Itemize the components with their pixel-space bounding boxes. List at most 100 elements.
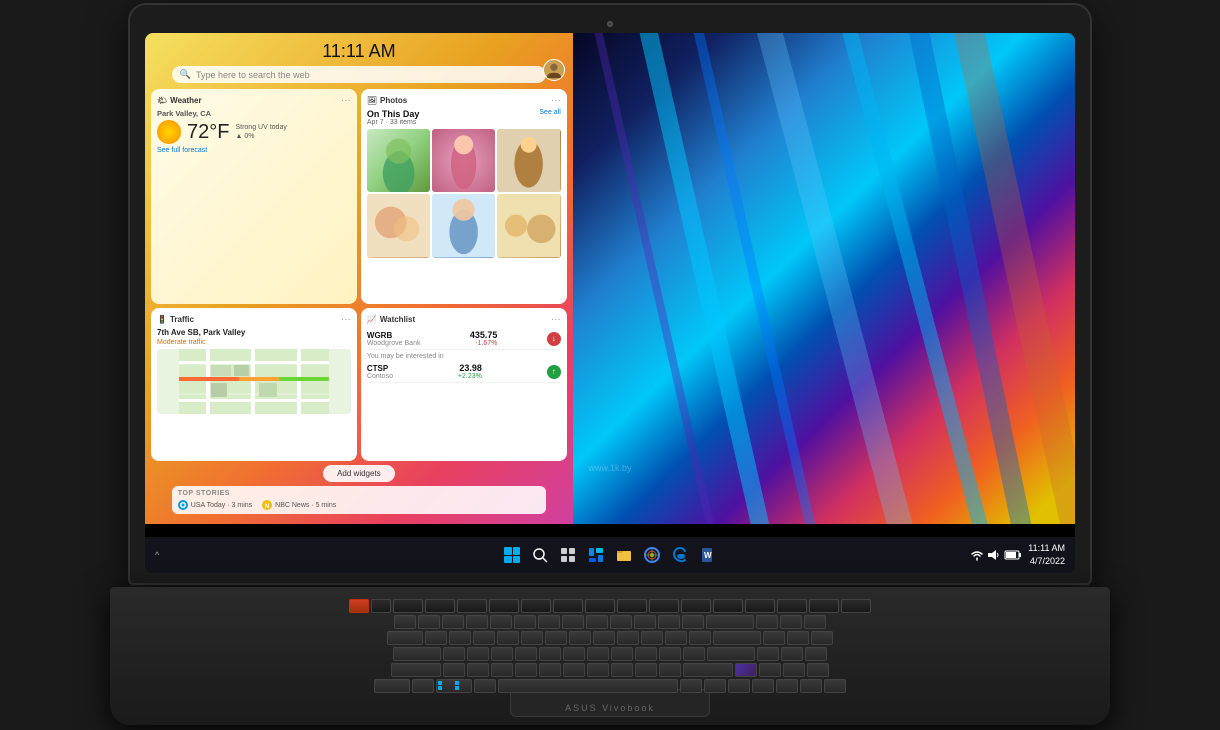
stock-company-wgrb: Woodgrove Bank bbox=[367, 340, 421, 347]
see-all-link[interactable]: See all bbox=[539, 109, 560, 116]
stock-ticker-ctsp: CTSP bbox=[367, 364, 393, 373]
stock-ticker-wgrb: WGRB bbox=[367, 331, 421, 340]
stock-change-wgrb: -1.67% bbox=[470, 340, 498, 347]
photos-widget: 🖼 Photos ··· On This Day Apr 7 · 33 item… bbox=[361, 89, 567, 304]
windows-start-button[interactable] bbox=[501, 544, 523, 566]
widgets-button[interactable] bbox=[585, 544, 607, 566]
traffic-widget: 🚦 Traffic ··· 7th Ave SB, Park Valley Mo… bbox=[151, 308, 357, 461]
weather-temperature: 72°F bbox=[187, 121, 229, 144]
asdf-row bbox=[130, 647, 1090, 661]
top-stories: TOP STORIES USA Today · 3 mins bbox=[172, 486, 546, 514]
photos-icon: 🖼 bbox=[367, 96, 377, 105]
stock-company-ctsp: Contoso bbox=[367, 373, 393, 380]
map-area bbox=[157, 349, 351, 414]
search-bar[interactable]: 🔍 Type here to search the web bbox=[172, 66, 546, 83]
nbc-logo: N bbox=[262, 500, 272, 510]
fn-key[interactable] bbox=[349, 599, 369, 613]
qwerty-row bbox=[130, 631, 1090, 645]
weather-header: 🌤 Weather ··· bbox=[157, 95, 351, 106]
story-1: USA Today · 3 mins bbox=[178, 500, 252, 510]
lshift-key[interactable] bbox=[391, 663, 441, 677]
watchlist-widget: 📈 Watchlist ··· WGRB Woodgrove Bank bbox=[361, 308, 567, 461]
number-key-row bbox=[130, 615, 1090, 629]
weather-title: Weather bbox=[170, 96, 201, 105]
widgets-panel: 11:11 AM 🔍 Type here to search the web bbox=[145, 33, 573, 524]
backspace-key[interactable] bbox=[706, 615, 754, 629]
weather-forecast-link[interactable]: See full forecast bbox=[157, 147, 351, 154]
system-icons bbox=[970, 548, 1022, 562]
top-stories-title: TOP STORIES bbox=[178, 490, 540, 497]
tray-arrow[interactable]: ^ bbox=[155, 550, 159, 560]
avatar[interactable] bbox=[543, 59, 565, 81]
story-source-1: USA Today · 3 mins bbox=[191, 502, 252, 509]
weather-icon: 🌤 bbox=[157, 96, 167, 105]
weather-temp-row: 72°F Strong UV today ▲ 0% bbox=[157, 120, 351, 144]
widgets-grid: 🌤 Weather ··· Park Valley, CA 72°F S bbox=[151, 89, 567, 461]
esc-key[interactable] bbox=[371, 599, 391, 613]
taskbar-center: W bbox=[501, 544, 719, 566]
weather-menu-icon[interactable]: ··· bbox=[341, 95, 351, 106]
add-widgets-button[interactable]: Add widgets bbox=[323, 465, 395, 482]
browser-button[interactable] bbox=[641, 544, 663, 566]
weather-details: Strong UV today ▲ 0% bbox=[235, 123, 286, 141]
photo-thumb-1 bbox=[367, 129, 430, 192]
traffic-menu-icon[interactable]: ··· bbox=[341, 314, 351, 325]
camera-bar bbox=[140, 15, 1080, 33]
speaker-icon bbox=[987, 548, 1001, 562]
stock-indicator-ctsp: ↑ bbox=[547, 365, 561, 379]
on-this-day-date: Apr 7 · 33 items bbox=[367, 119, 420, 126]
photos-title: Photos bbox=[380, 96, 407, 105]
traffic-icon: 🚦 bbox=[157, 315, 167, 324]
wifi-icon bbox=[970, 548, 984, 562]
watchlist-title: Watchlist bbox=[380, 315, 415, 324]
may-interested-label: You may be interested in bbox=[367, 353, 561, 360]
file-explorer-button[interactable] bbox=[613, 544, 635, 566]
taskbar-clock[interactable]: 11:11 AM 4/7/2022 bbox=[1028, 542, 1065, 567]
traffic-status: Moderate traffic bbox=[157, 339, 351, 346]
search-icon: 🔍 bbox=[180, 69, 191, 80]
battery-icon bbox=[1004, 548, 1022, 562]
photo-thumb-3 bbox=[497, 129, 560, 192]
weather-location: Park Valley, CA bbox=[157, 109, 351, 118]
traffic-address: 7th Ave SB, Park Valley bbox=[157, 328, 351, 337]
search-button[interactable] bbox=[529, 544, 551, 566]
laptop-lid: 11:11 AM 🔍 Type here to search the web bbox=[130, 5, 1090, 583]
photo-thumb-2 bbox=[432, 129, 495, 192]
weather-sun-icon bbox=[157, 120, 181, 144]
rshift-key[interactable] bbox=[683, 663, 733, 677]
time-display: 11:11 AM bbox=[322, 41, 395, 62]
watchlist-menu-icon[interactable]: ··· bbox=[551, 314, 561, 325]
laptop-base: ASUS Vivobook bbox=[110, 587, 1110, 725]
lctrl-key[interactable] bbox=[374, 679, 410, 693]
bottom-row bbox=[130, 679, 1090, 693]
story-source-2: NBC News · 5 mins bbox=[275, 502, 336, 509]
keyboard-area bbox=[130, 595, 1090, 685]
caps-key[interactable] bbox=[393, 647, 441, 661]
space-key[interactable] bbox=[498, 679, 678, 693]
taskbar: ^ bbox=[145, 537, 1075, 573]
watchlist-icon: 📈 bbox=[367, 315, 377, 324]
enter-key[interactable] bbox=[707, 647, 755, 661]
stock-row-wgrb: WGRB Woodgrove Bank 435.75 -1.67% ↓ bbox=[367, 328, 561, 350]
stock-change-ctsp: +2.23% bbox=[458, 373, 482, 380]
svg-text:N: N bbox=[265, 504, 269, 510]
taskview-button[interactable] bbox=[557, 544, 579, 566]
fn-key-row bbox=[130, 599, 1090, 613]
photos-grid bbox=[367, 129, 561, 258]
stock-row-ctsp: CTSP Contoso 23.98 +2.23% ↑ bbox=[367, 361, 561, 383]
edge-button[interactable] bbox=[669, 544, 691, 566]
traffic-title: Traffic bbox=[170, 315, 194, 324]
photos-menu-icon[interactable]: ··· bbox=[551, 95, 561, 106]
zxcv-row bbox=[130, 663, 1090, 677]
word-button[interactable]: W bbox=[697, 544, 719, 566]
wallpaper-right bbox=[564, 33, 1076, 524]
laptop: 11:11 AM 🔍 Type here to search the web bbox=[60, 5, 1160, 725]
tab-key[interactable] bbox=[387, 631, 423, 645]
stock-price-wgrb: 435.75 bbox=[470, 330, 498, 340]
svg-text:W: W bbox=[704, 551, 712, 560]
stock-price-ctsp: 23.98 bbox=[458, 363, 482, 373]
story-2: N NBC News · 5 mins bbox=[262, 500, 336, 510]
stories-row: USA Today · 3 mins N NBC News · 5 mins bbox=[178, 500, 540, 510]
photo-thumb-6 bbox=[497, 194, 560, 257]
clock-time: 11:11 AM bbox=[1028, 542, 1065, 555]
